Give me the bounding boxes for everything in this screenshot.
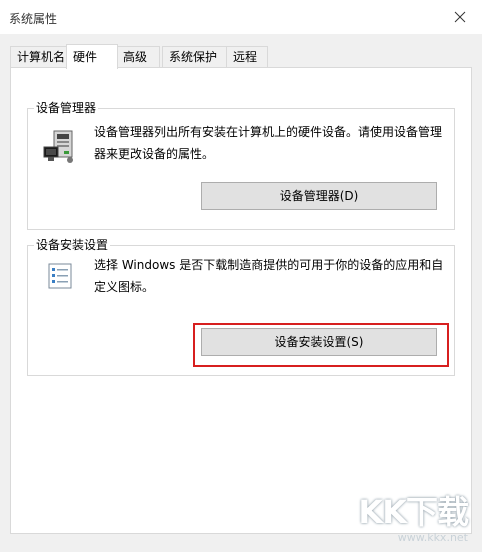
device-manager-icon bbox=[42, 129, 78, 165]
close-icon bbox=[454, 11, 466, 23]
watermark-logo: KK下载 bbox=[358, 493, 469, 531]
system-properties-window: 系统属性 计算机名 硬件 高级 系统保护 远程 设备管理器 设备管理器列出所有安… bbox=[0, 0, 482, 552]
hardware-tab-panel: 设备管理器 设备管理器列出所有安装在计算机上的硬件设备。请使用设备管理器来更改设… bbox=[10, 67, 472, 534]
close-button[interactable] bbox=[438, 0, 482, 34]
device-manager-group: 设备管理器 设备管理器列出所有安装在计算机上的硬件设备。请使用设备管理器来更改设… bbox=[27, 100, 455, 230]
device-install-settings-button[interactable]: 设备安装设置(S) bbox=[201, 328, 437, 356]
title-bar: 系统属性 bbox=[0, 0, 482, 34]
device-manager-description: 设备管理器列出所有安装在计算机上的硬件设备。请使用设备管理器来更改设备的属性。 bbox=[94, 125, 443, 161]
window-title: 系统属性 bbox=[9, 12, 58, 26]
checklist-icon bbox=[46, 262, 74, 290]
tab-hardware[interactable]: 硬件 bbox=[66, 44, 118, 69]
tab-remote[interactable]: 远程 bbox=[226, 46, 268, 67]
tab-system-protection[interactable]: 系统保护 bbox=[162, 46, 228, 67]
device-manager-button[interactable]: 设备管理器(D) bbox=[201, 182, 437, 210]
device-install-settings-group: 设备安装设置 选择 Windows 是否下载制造商提供的可用于你的设备的应用和自… bbox=[27, 237, 455, 376]
watermark: KK下载 www.kkx.net bbox=[358, 487, 469, 544]
device-install-group-title: 设备安装设置 bbox=[34, 237, 111, 253]
tab-advanced[interactable]: 高级 bbox=[116, 46, 160, 67]
device-install-description: 选择 Windows 是否下载制造商提供的可用于你的设备的应用和自定义图标。 bbox=[94, 258, 444, 294]
device-manager-group-title: 设备管理器 bbox=[34, 100, 99, 116]
